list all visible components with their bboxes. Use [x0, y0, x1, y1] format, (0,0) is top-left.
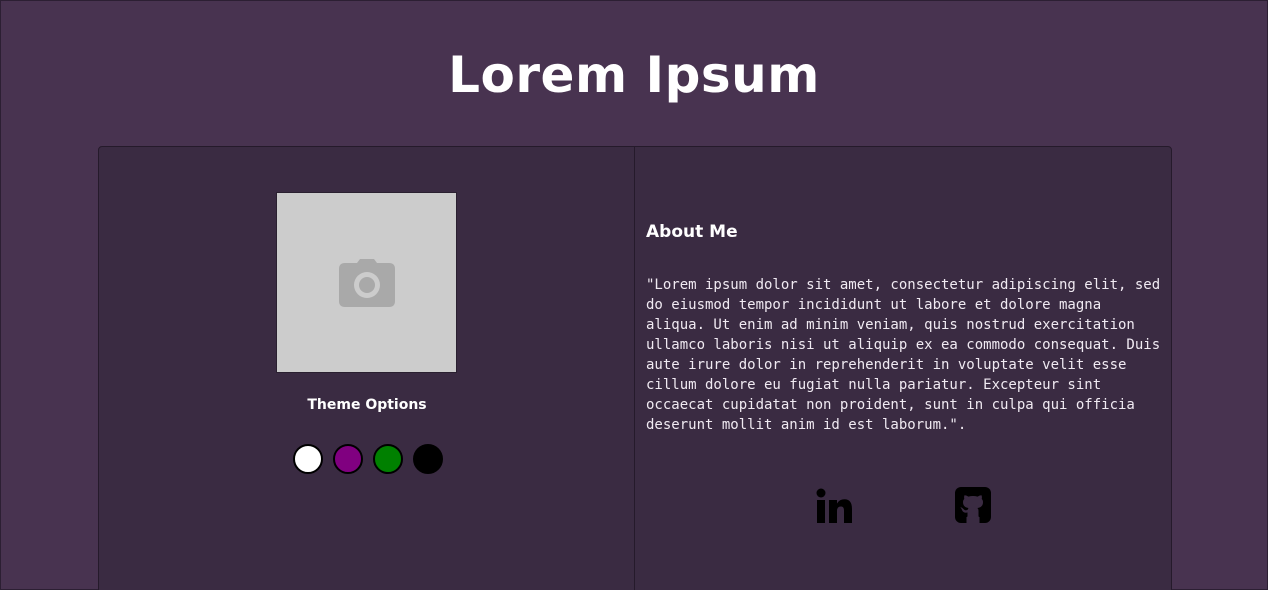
theme-swatch-purple[interactable] — [332, 444, 363, 474]
about-column: About Me "Lorem ipsum dolor sit amet, co… — [635, 147, 1171, 590]
theme-swatch-green[interactable] — [372, 444, 403, 474]
linkedin-icon — [816, 488, 852, 523]
theme-swatches — [99, 444, 635, 474]
page-title: Lorem Ipsum — [448, 46, 820, 104]
about-heading: About Me — [646, 222, 738, 242]
camera-icon — [338, 258, 395, 307]
github-icon — [955, 487, 991, 523]
profile-photo-placeholder — [276, 192, 457, 373]
profile-column: Theme Options — [99, 147, 635, 590]
theme-options-label: Theme Options — [307, 397, 427, 413]
profile-card: Theme Options About Me "Lorem ipsum dolo… — [98, 146, 1172, 590]
theme-swatch-white[interactable] — [292, 444, 323, 474]
theme-swatch-black[interactable] — [412, 444, 443, 474]
linkedin-link[interactable] — [815, 488, 853, 524]
about-text: "Lorem ipsum dolor sit amet, consectetur… — [646, 277, 1161, 433]
github-link[interactable] — [954, 487, 992, 523]
social-links — [635, 487, 1171, 527]
